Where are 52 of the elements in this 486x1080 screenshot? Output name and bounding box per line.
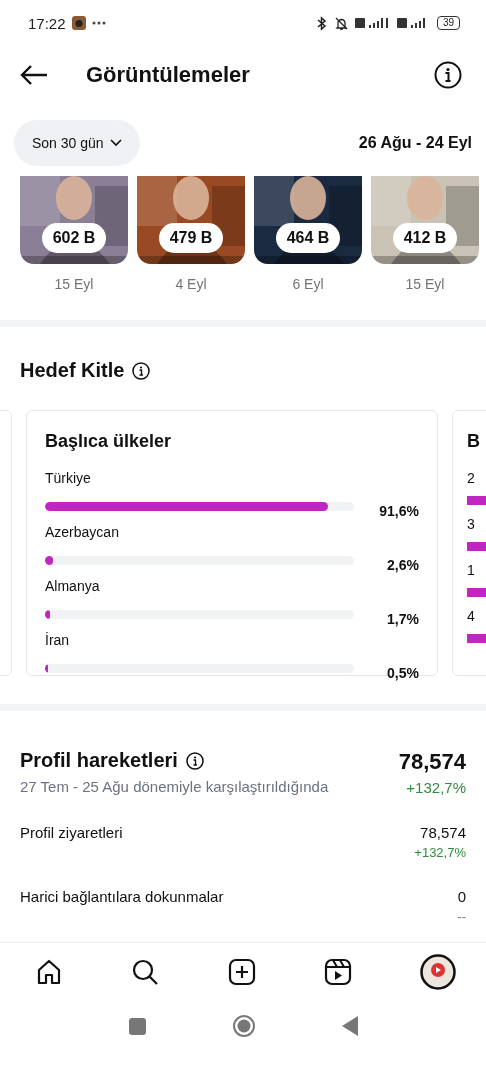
signal-icon [354,17,391,29]
post-date: 4 Eyl [175,276,207,292]
card-title: Başlıca ülkeler [45,431,173,452]
card-title: B [467,431,481,452]
info-icon[interactable] [434,61,462,89]
bluetooth-icon [315,15,328,31]
country-name: İran [45,632,71,648]
change-percentage: +132,7% [406,779,466,796]
home-button-icon[interactable] [231,1014,256,1038]
reels-icon[interactable] [323,958,352,986]
period-dropdown[interactable]: Son 30 gün [14,120,140,166]
age-label: 4 [467,608,476,624]
status-time: 17:22 [28,14,66,32]
country-name: Azerbaycan [45,524,120,540]
search-icon[interactable] [131,958,160,986]
chevron-down-icon [109,139,122,147]
back-arrow-icon[interactable] [20,65,48,85]
age-label: 3 [467,516,476,532]
info-icon[interactable] [132,361,151,380]
metric-change: -- [457,909,466,924]
comparison-period: 27 Tem - 25 Ağu dönemiyle karşılaştırıldığında [20,778,329,795]
post-date: 6 Eyl [292,276,324,292]
bell-muted-icon [333,15,349,31]
more-icon [91,21,106,25]
metric-change: +132,7% [414,845,466,860]
metric-value: 78,574 [420,824,466,841]
section-title: Profil hareketleri [20,749,178,772]
metric-label: Harici bağlantılara dokunmalar [20,888,224,907]
avatar-icon[interactable] [420,954,456,990]
metric-label: Profil ziyaretleri [20,824,123,843]
percentage: 91,6% [378,503,419,519]
percentage: 1,7% [386,611,419,627]
home-icon[interactable] [35,958,63,986]
total-count: 78,574 [398,749,466,775]
age-label: 1 [467,562,476,578]
create-icon[interactable] [227,958,256,986]
info-icon[interactable] [185,751,204,770]
post-date: 15 Eyl [54,276,94,292]
country-name: Almanya [45,578,101,594]
back-icon[interactable] [341,1016,358,1036]
post-date: 15 Eyl [405,276,445,292]
camera-app-icon [71,16,86,30]
recent-apps-icon[interactable] [128,1017,146,1035]
page-title: Görüntülemeler [86,62,251,88]
battery-level: 39 [436,16,460,30]
age-label: 2 [467,470,476,486]
date-range: 26 Ağu - 24 Eyl [358,134,472,152]
country-name: Türkiye [45,470,92,486]
percentage: 2,6% [386,557,419,573]
metric-value: 0 [457,888,466,905]
section-title: Hedef Kitle [20,359,125,382]
percentage: 0,5% [386,665,419,681]
